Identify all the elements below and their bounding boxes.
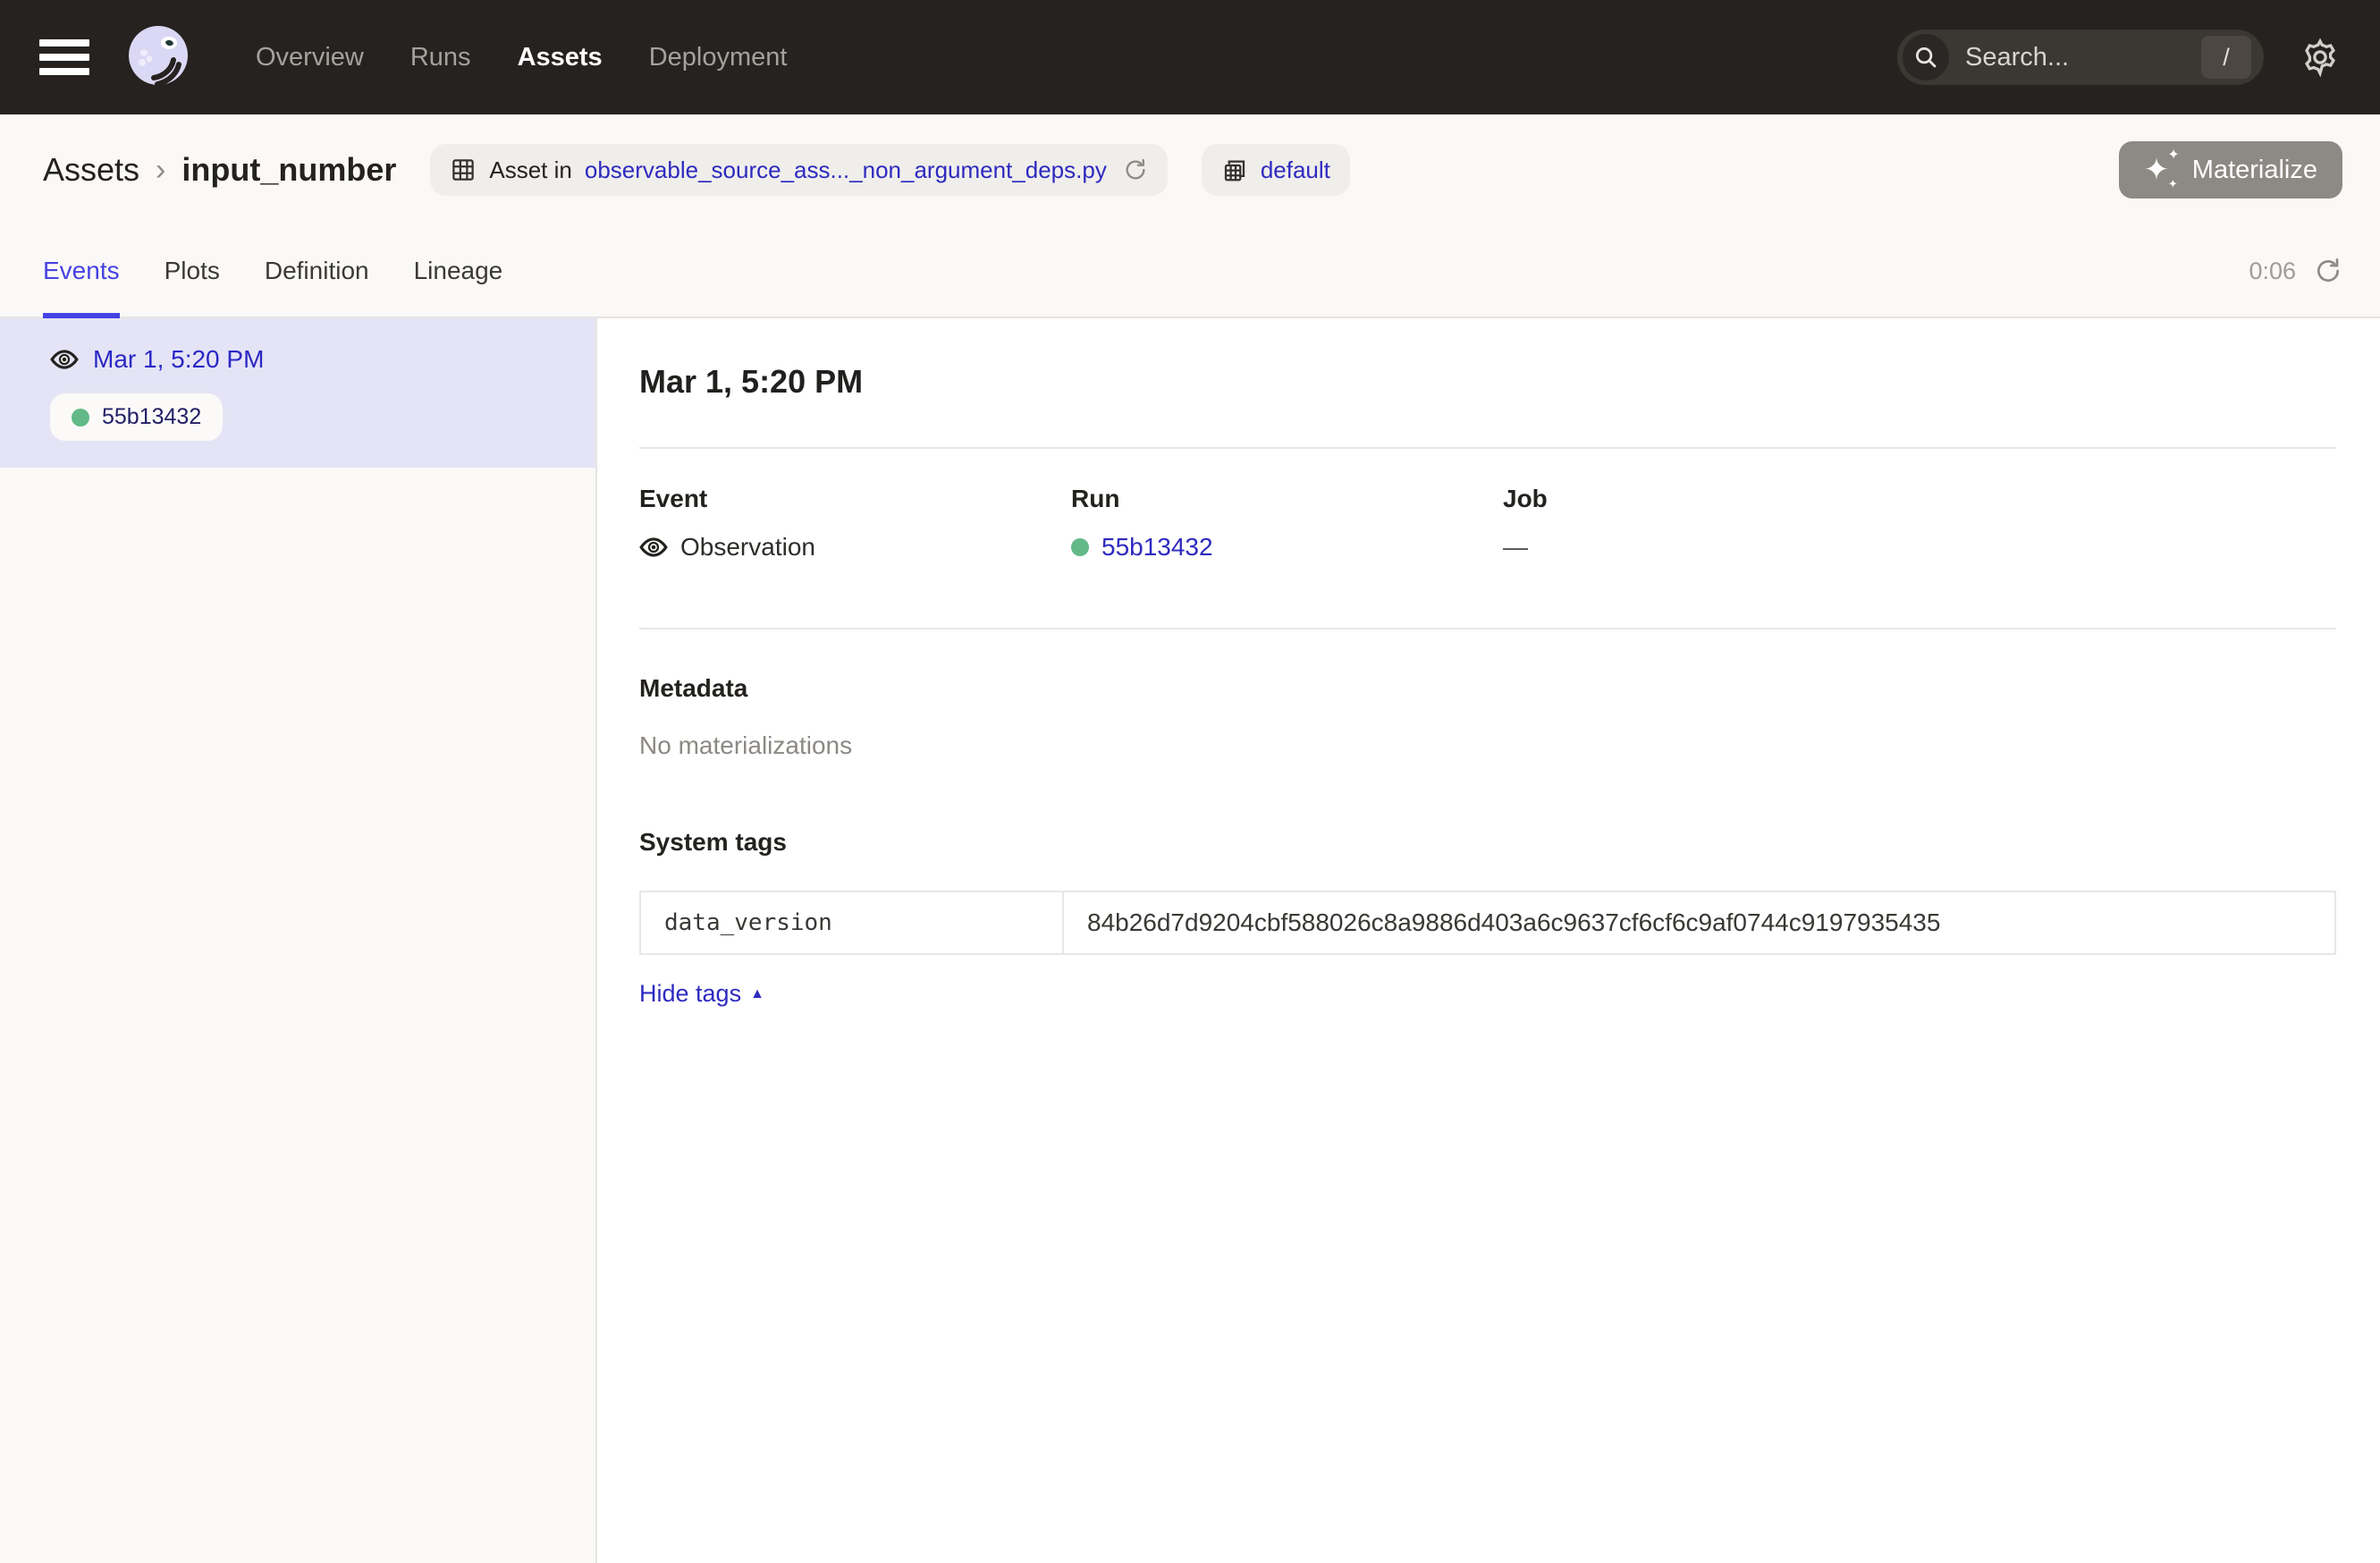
search-shortcut-key: / bbox=[2201, 36, 2251, 79]
asset-definition-badge: Asset in observable_source_ass..._non_ar… bbox=[430, 144, 1167, 196]
event-date-link[interactable]: Mar 1, 5:20 PM bbox=[93, 345, 264, 374]
refresh-icon[interactable] bbox=[2314, 257, 2342, 285]
event-column-label: Event bbox=[639, 485, 1071, 513]
observation-eye-icon bbox=[639, 533, 668, 562]
nav-item-deployment[interactable]: Deployment bbox=[649, 43, 788, 72]
tab-lineage[interactable]: Lineage bbox=[414, 225, 503, 317]
system-tags-heading: System tags bbox=[639, 828, 2336, 857]
divider bbox=[639, 628, 2336, 629]
job-empty-value: — bbox=[1503, 533, 1528, 562]
materialize-button[interactable]: ✦✦✦ Materialize bbox=[2119, 141, 2342, 199]
asset-group-badge: default bbox=[1202, 144, 1350, 196]
tag-key-cell: data_version bbox=[640, 891, 1063, 954]
nav-item-runs[interactable]: Runs bbox=[410, 43, 471, 72]
breadcrumb-current-asset: input_number bbox=[181, 151, 396, 189]
chevron-up-icon: ▲ bbox=[750, 986, 764, 1002]
tab-plots[interactable]: Plots bbox=[165, 225, 220, 317]
table-row: data_version 84b26d7d9204cbf588026c8a988… bbox=[640, 891, 2335, 954]
event-type-value: Observation bbox=[680, 533, 815, 562]
system-tags-table: data_version 84b26d7d9204cbf588026c8a988… bbox=[639, 891, 2336, 955]
tab-definition[interactable]: Definition bbox=[265, 225, 369, 317]
nav-item-overview[interactable]: Overview bbox=[256, 43, 364, 72]
run-id-link[interactable]: 55b13432 bbox=[1101, 533, 1213, 562]
primary-nav: Overview Runs Assets Deployment bbox=[256, 43, 787, 72]
divider bbox=[639, 447, 2336, 449]
reload-definitions-icon[interactable] bbox=[1123, 157, 1148, 182]
nav-item-assets[interactable]: Assets bbox=[518, 43, 603, 72]
tag-value-cell: 84b26d7d9204cbf588026c8a9886d403a6c9637c… bbox=[1063, 891, 2335, 954]
search-input[interactable] bbox=[1965, 43, 2201, 72]
metadata-heading: Metadata bbox=[639, 674, 2336, 703]
events-sidebar: Mar 1, 5:20 PM 55b13432 bbox=[0, 318, 597, 1563]
asset-in-label: Asset in bbox=[489, 156, 572, 184]
metadata-empty-text: No materializations bbox=[639, 731, 2336, 760]
breadcrumb-chevron-icon: › bbox=[156, 153, 165, 188]
settings-gear-icon[interactable] bbox=[2300, 37, 2341, 78]
global-search[interactable]: / bbox=[1897, 30, 2264, 85]
hide-tags-label: Hide tags bbox=[639, 980, 741, 1008]
hide-tags-toggle[interactable]: Hide tags ▲ bbox=[639, 980, 764, 1008]
event-list-item-selected[interactable]: Mar 1, 5:20 PM 55b13432 bbox=[0, 318, 595, 468]
job-column-label: Job bbox=[1503, 485, 1935, 513]
event-detail-title: Mar 1, 5:20 PM bbox=[639, 363, 2336, 401]
top-navbar: Overview Runs Assets Deployment / bbox=[0, 0, 2380, 114]
run-status-dot bbox=[1071, 538, 1089, 556]
run-status-dot bbox=[72, 409, 89, 427]
run-column-label: Run bbox=[1071, 485, 1503, 513]
group-default-link[interactable]: default bbox=[1261, 156, 1330, 184]
asset-group-icon bbox=[1221, 156, 1248, 183]
refresh-countdown: 0:06 bbox=[2249, 258, 2296, 285]
asset-tabs-bar: Events Plots Definition Lineage 0:06 bbox=[0, 225, 2380, 318]
hamburger-menu-icon[interactable] bbox=[39, 39, 89, 75]
run-id-label: 55b13432 bbox=[102, 404, 201, 430]
event-run-pill[interactable]: 55b13432 bbox=[50, 393, 223, 441]
materialize-button-label: Materialize bbox=[2192, 156, 2317, 185]
asset-header: Assets › input_number Asset in observabl… bbox=[0, 114, 2380, 225]
breadcrumb-assets-link[interactable]: Assets bbox=[43, 151, 139, 189]
observation-eye-icon bbox=[50, 345, 79, 374]
tab-events[interactable]: Events bbox=[43, 225, 120, 317]
sparkle-icon: ✦✦✦ bbox=[2144, 152, 2180, 188]
table-grid-icon bbox=[450, 156, 477, 183]
search-icon bbox=[1903, 34, 1949, 80]
dagster-logo-icon[interactable] bbox=[123, 22, 193, 92]
code-location-link[interactable]: observable_source_ass..._non_argument_de… bbox=[585, 156, 1107, 184]
event-detail-panel: Mar 1, 5:20 PM Event Observation Run bbox=[597, 318, 2380, 1563]
